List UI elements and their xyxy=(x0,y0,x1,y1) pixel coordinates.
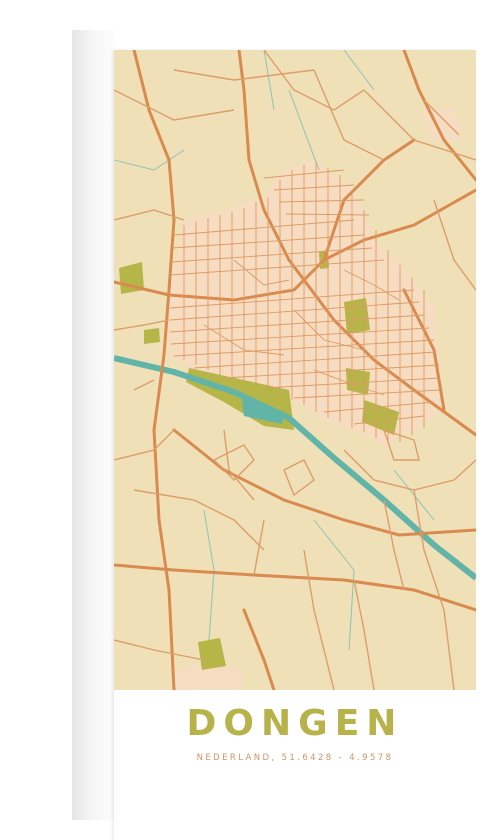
poster-coordinates: NEDERLAND, 51.6428 - 4.9578 xyxy=(196,753,394,763)
map-panel xyxy=(114,50,476,690)
canvas-side-edge xyxy=(72,30,116,820)
street-map xyxy=(114,50,476,690)
poster-title: DONGEN xyxy=(186,703,404,744)
canvas-print: DONGEN NEDERLAND, 51.6428 - 4.9578 xyxy=(0,0,494,840)
